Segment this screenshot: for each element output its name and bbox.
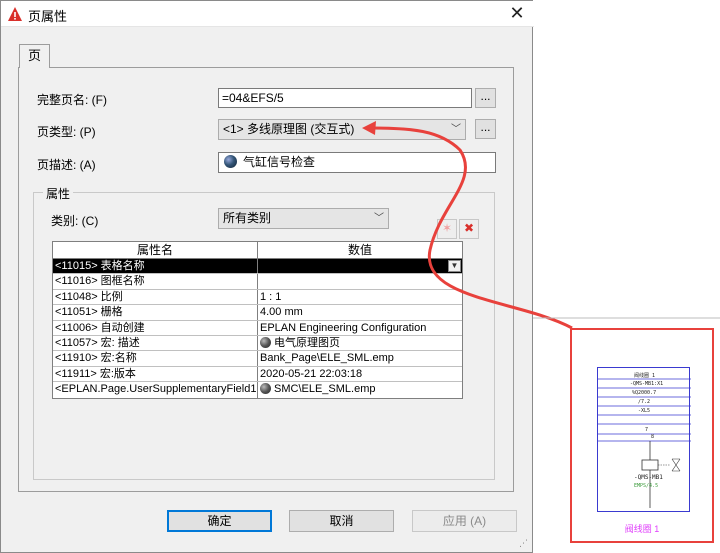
property-name: <11051> 栅格 [53,305,258,320]
table-row[interactable]: <11016> 图框名称 [53,274,462,290]
preview-header: 阀线圈 1 [634,373,656,379]
property-name: <11911> 宏:版本 [53,366,258,382]
preview-reference: EMPS/4.5 [634,483,659,489]
property-value[interactable]: 电气原理图页 [258,336,462,350]
properties-group-title: 属性 [43,185,74,202]
cancel-button[interactable]: 取消 [289,510,394,532]
property-value[interactable]: 2020-05-21 22:03:18 [258,367,462,381]
category-select[interactable]: 所有类别 ﹀ [218,208,389,229]
page-type-browse-button[interactable]: ... [475,119,496,139]
property-grid: 属性名 数值 <11015> 表格名称 ▼ <11016> 图框名称 <1104… [52,241,463,399]
chevron-down-icon: ﹀ [451,124,461,135]
grid-header: 属性名 数值 [53,242,462,259]
preview-frame: 阀线圈 1 -QMS-MB1:X1 %Q2000.7 /7.2 -XL5 7 8… [597,367,691,512]
page-type-select[interactable]: <1> 多线原理图 (交互式) ﹀ [218,119,466,140]
table-row[interactable]: <11910> 宏:名称 Bank_Page\ELE_SML.emp [53,351,462,367]
page-properties-dialog: 页属性 ✕ 页 完整页名: (F) =04&EFS/5 ... 页类型: (P)… [0,0,534,553]
title-bar: 页属性 ✕ [1,1,534,27]
table-row[interactable]: <11051> 栅格 4.00 mm [53,305,462,321]
page-type-label: 页类型: (P) [37,125,96,139]
category-label: 类别: (C) [51,214,99,228]
table-row[interactable]: <11048> 比例 1 : 1 [53,289,462,306]
chevron-down-icon: ﹀ [374,213,384,224]
property-name: <EPLAN.Page.UserSupplementaryField15... [53,382,258,398]
close-button[interactable]: ✕ [504,2,530,26]
preview-line: -QMS-MB1:X1 [630,381,664,387]
table-row[interactable]: <11911> 宏:版本 2020-05-21 22:03:18 [53,366,462,383]
preview-line: %Q2000.7 [632,390,657,396]
table-row[interactable]: <EPLAN.Page.UserSupplementaryField15... … [53,382,462,398]
property-value[interactable]: 1 : 1 [258,290,462,304]
globe-icon [260,383,271,395]
preview-device-tag: -QMS-MB1 [634,474,663,481]
resize-grip-icon[interactable]: ⋰ [519,539,529,549]
delete-icon: ✖ [463,221,475,235]
page-desc-label: 页描述: (A) [37,158,96,172]
tab-page[interactable]: 页 [19,44,50,68]
page-desc-value: 气缸信号检查 [243,155,316,169]
ok-button[interactable]: 确定 [167,510,272,532]
full-name-browse-button[interactable]: ... [475,88,496,108]
globe-icon [224,155,237,168]
star-icon: ✶ [441,221,453,235]
preview-line: /7.2 [638,399,651,405]
table-row[interactable]: <11057> 宏: 描述 电气原理图页 [53,335,462,352]
chevron-down-icon[interactable]: ▼ [448,260,461,272]
close-icon: ✕ [509,3,525,23]
globe-icon [260,336,271,348]
preview-line: 8 [651,434,655,440]
property-name: <11016> 图框名称 [53,274,258,289]
full-name-label: 完整页名: (F) [37,93,107,107]
property-value[interactable] [258,274,462,288]
full-name-input[interactable]: =04&EFS/5 [218,88,472,108]
column-header-value[interactable]: 数值 [258,242,462,258]
preview-caption: 阀线圈 1 [624,524,660,534]
macro-preview: 阀线圈 1 -QMS-MB1:X1 %Q2000.7 /7.2 -XL5 7 8… [570,328,714,543]
window-title: 页属性 [28,9,68,24]
property-value-text: 电气原理图页 [274,336,340,349]
page-desc-input[interactable]: 气缸信号检查 [218,152,496,173]
property-value[interactable]: Bank_Page\ELE_SML.emp [258,351,462,365]
property-value-text: SMC\ELE_SML.emp [274,383,376,396]
property-name: <11006> 自动创建 [53,320,258,335]
preview-line: 7 [645,427,649,433]
property-value[interactable]: EPLAN Engineering Configuration [258,321,462,335]
property-name: <11910> 宏:名称 [53,351,258,366]
property-name: <11057> 宏: 描述 [53,335,258,351]
table-row[interactable]: <11006> 自动创建 EPLAN Engineering Configura… [53,320,462,336]
preview-line: -XL5 [638,408,651,414]
property-name: <11048> 比例 [53,289,258,305]
property-value[interactable]: 4.00 mm [258,305,462,319]
delete-property-button[interactable]: ✖ [459,219,479,239]
property-name: <11015> 表格名称 [53,259,258,274]
column-header-name[interactable]: 属性名 [53,242,258,258]
new-property-button[interactable]: ✶ [437,219,457,239]
table-row[interactable]: <11015> 表格名称 ▼ [53,259,462,275]
warning-icon [8,7,22,21]
category-value: 所有类别 [223,211,272,225]
apply-button[interactable]: 应用 (A) [412,510,517,532]
property-value[interactable]: ▼ [258,259,462,274]
property-value[interactable]: SMC\ELE_SML.emp [258,382,462,397]
page-type-value: <1> 多线原理图 (交互式) [223,122,355,136]
